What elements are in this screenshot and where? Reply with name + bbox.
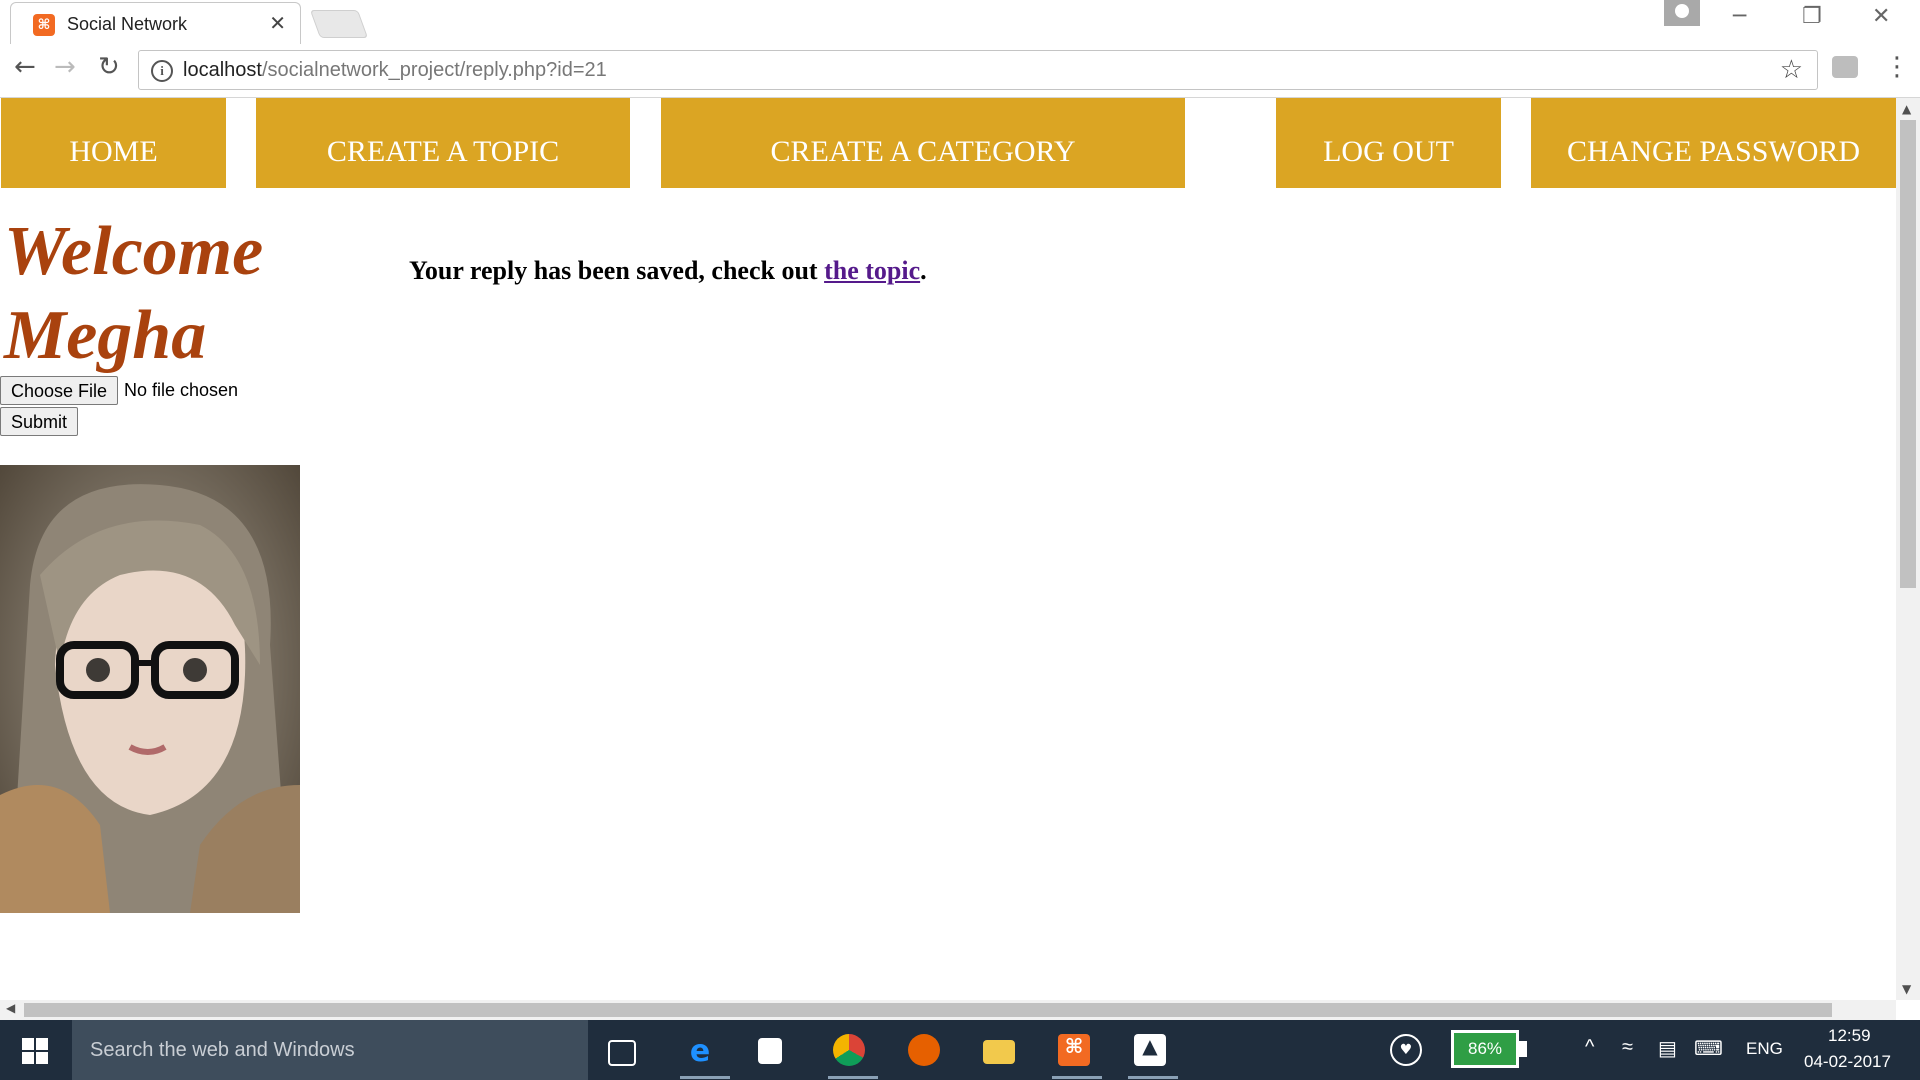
profile-icon[interactable] — [1664, 0, 1700, 26]
store-icon[interactable] — [758, 1038, 782, 1064]
minimize-icon[interactable]: ─ — [1733, 4, 1746, 29]
chrome-active-indicator — [828, 1076, 878, 1079]
scroll-up-icon[interactable]: ▲ — [1902, 102, 1911, 116]
info-icon[interactable]: i — [151, 60, 173, 82]
extension-icon[interactable] — [1832, 56, 1858, 78]
nav-change-password[interactable]: CHANGE PASSWORD — [1531, 98, 1896, 188]
horizontal-scroll-thumb[interactable] — [24, 1003, 1832, 1017]
choose-file-button[interactable]: Choose File — [0, 376, 119, 405]
chrome-icon[interactable] — [833, 1034, 865, 1066]
browser-tab[interactable]: ⌘ Social Network ✕ — [10, 2, 301, 44]
photos-active-indicator — [1128, 1076, 1178, 1079]
edge-icon[interactable]: e — [684, 1034, 716, 1069]
nav-create-topic[interactable]: CREATE A TOPIC — [256, 98, 630, 188]
file-explorer-icon[interactable] — [983, 1040, 1015, 1064]
file-upload-row: Choose File No file chosen — [0, 376, 238, 405]
forward-icon[interactable]: → — [54, 52, 76, 82]
language-indicator[interactable]: ENG — [1746, 1039, 1783, 1059]
nav-create-category[interactable]: CREATE A CATEGORY — [661, 98, 1185, 188]
battery-indicator[interactable]: 86% — [1451, 1030, 1519, 1068]
edge-active-indicator — [680, 1076, 730, 1079]
reload-icon[interactable]: ↻ — [98, 52, 120, 82]
windows-taskbar: Search the web and Windows e ⌘ ▲ ♥ 86% ^… — [0, 1020, 1920, 1080]
horizontal-scrollbar[interactable]: ◀ — [0, 1000, 1896, 1020]
browser-toolbar: ← → ↻ i localhost/socialnetwork_project/… — [0, 44, 1920, 98]
close-window-icon[interactable]: ✕ — [1872, 4, 1890, 29]
vertical-scroll-thumb[interactable] — [1900, 120, 1916, 588]
firefox-icon[interactable] — [908, 1034, 940, 1066]
restore-icon[interactable]: ❐ — [1802, 4, 1822, 29]
windows-start-icon[interactable] — [22, 1038, 48, 1064]
nav-logout[interactable]: LOG OUT — [1276, 98, 1501, 188]
back-icon[interactable]: ← — [14, 52, 36, 82]
action-center-icon[interactable]: ▤ — [1658, 1036, 1677, 1061]
bookmark-star-icon[interactable]: ☆ — [1780, 55, 1803, 85]
chevron-up-icon[interactable]: ^ — [1585, 1036, 1594, 1059]
battery-cap — [1519, 1041, 1527, 1057]
submit-button[interactable]: Submit — [0, 407, 79, 436]
profile-picture — [0, 465, 300, 913]
clock-time[interactable]: 12:59 — [1828, 1026, 1871, 1046]
health-monitor-icon[interactable]: ♥ — [1390, 1034, 1422, 1066]
site-navbar: HOME CREATE A TOPIC CREATE A CATEGORY LO… — [0, 98, 1896, 188]
vertical-scrollbar[interactable]: ▲ ▼ — [1896, 98, 1920, 1000]
clock-date[interactable]: 04-02-2017 — [1804, 1052, 1891, 1072]
scroll-down-icon[interactable]: ▼ — [1902, 982, 1911, 996]
topic-link[interactable]: the topic — [824, 256, 920, 285]
xampp-icon: ⌘ — [33, 14, 55, 36]
photos-icon[interactable]: ▲ — [1134, 1034, 1166, 1066]
xampp-active-indicator — [1052, 1076, 1102, 1079]
nav-home[interactable]: HOME — [1, 98, 226, 188]
tab-title: Social Network — [67, 14, 188, 34]
url-text[interactable]: localhost/socialnetwork_project/reply.ph… — [183, 59, 607, 82]
file-status: No file chosen — [124, 380, 239, 400]
page-viewport: HOME CREATE A TOPIC CREATE A CATEGORY LO… — [0, 98, 1896, 1000]
new-tab-button[interactable] — [309, 10, 369, 38]
address-bar[interactable]: i localhost/socialnetwork_project/reply.… — [138, 50, 1818, 90]
tab-strip: ⌘ Social Network ✕ ─ ❐ ✕ — [0, 0, 1920, 44]
keyboard-icon[interactable]: ⌨ — [1694, 1036, 1723, 1061]
submit-row: Submit — [0, 407, 79, 436]
taskbar-search[interactable]: Search the web and Windows — [72, 1020, 588, 1080]
task-view-icon[interactable] — [608, 1040, 636, 1066]
xampp-taskbar-icon[interactable]: ⌘ — [1058, 1034, 1090, 1066]
wifi-icon[interactable]: ≈ — [1622, 1036, 1633, 1059]
close-tab-icon[interactable]: ✕ — [269, 11, 286, 36]
menu-icon[interactable]: ⋮ — [1884, 52, 1910, 82]
reply-saved-message: Your reply has been saved, check out the… — [409, 256, 927, 285]
search-placeholder: Search the web and Windows — [90, 1039, 355, 1061]
scroll-left-icon[interactable]: ◀ — [6, 1001, 15, 1015]
welcome-heading: Welcome Megha — [4, 213, 264, 374]
